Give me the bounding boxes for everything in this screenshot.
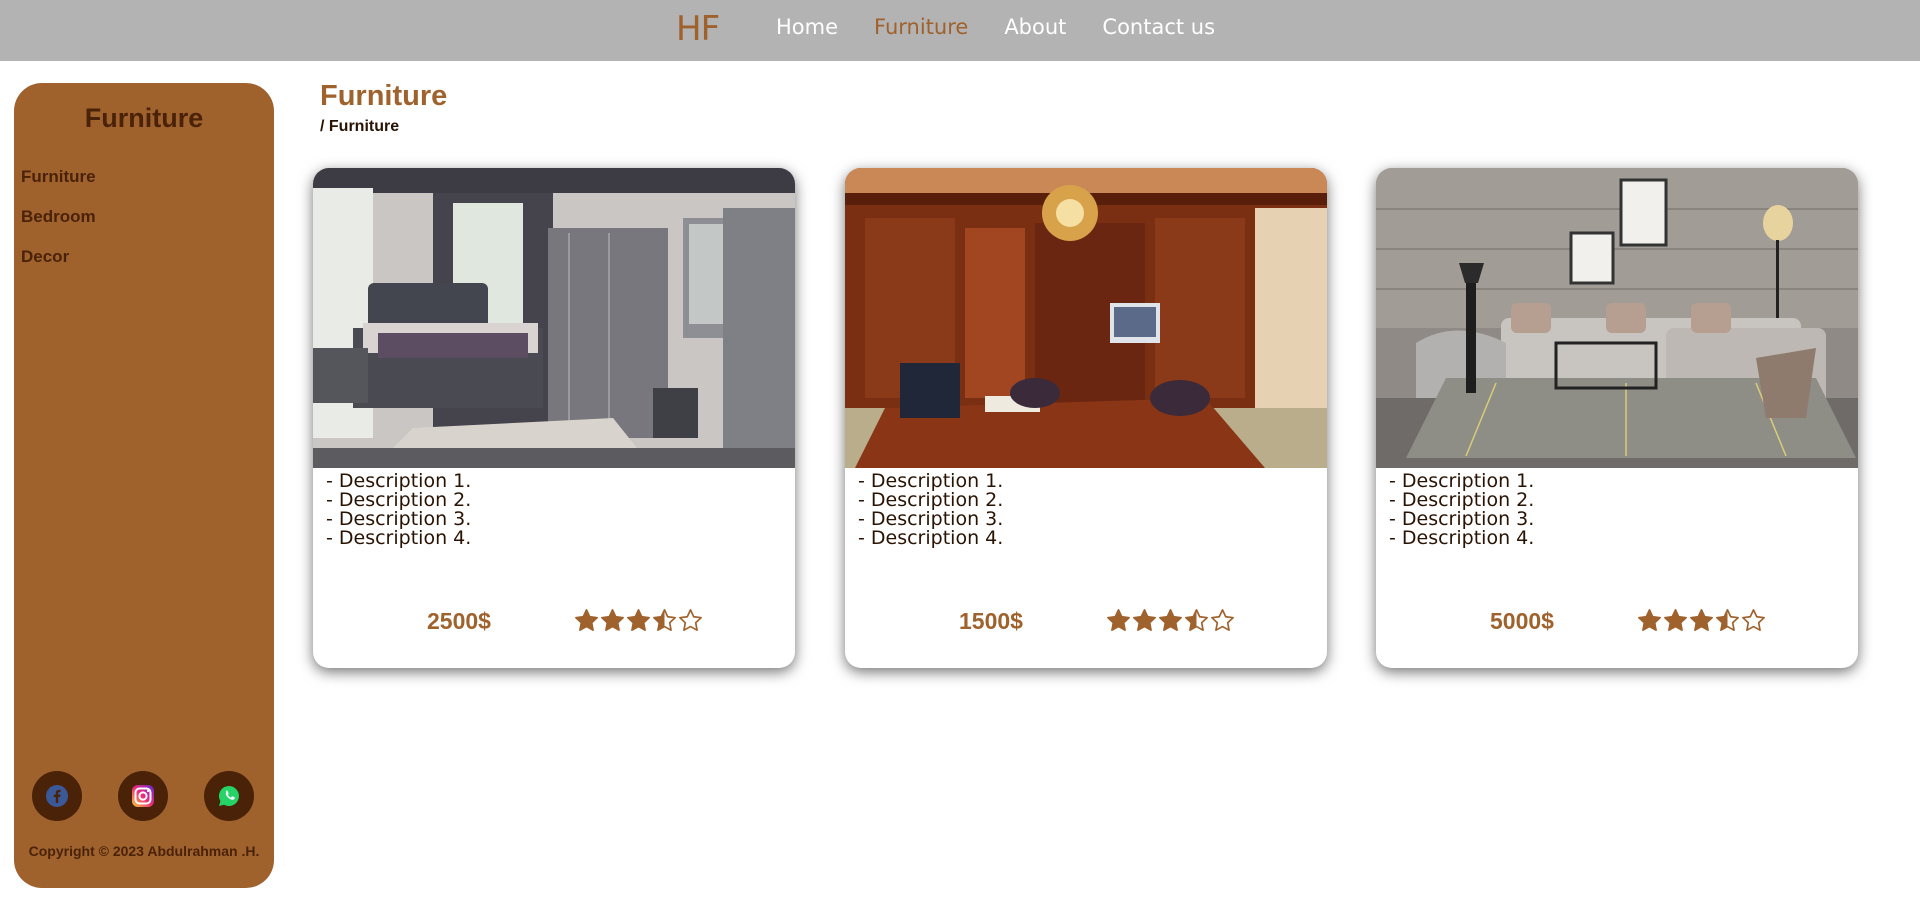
nav-contact[interactable]: Contact us [1102, 15, 1215, 39]
sidebar-item-furniture[interactable]: Furniture [21, 167, 96, 187]
instagram-button[interactable] [118, 771, 168, 821]
product-description: - Description 1. - Description 2. - Desc… [1389, 472, 1534, 548]
description-line: - Description 4. [1389, 527, 1535, 549]
social-links [32, 771, 254, 821]
star-half-icon [653, 609, 676, 632]
living-room-photo [1376, 168, 1858, 468]
product-card[interactable]: - Description 1. - Description 2. - Desc… [313, 168, 795, 668]
nav-furniture[interactable]: Furniture [874, 15, 968, 39]
whatsapp-button[interactable] [204, 771, 254, 821]
product-price: 1500$ [959, 608, 1023, 634]
instagram-icon [132, 785, 154, 807]
description-line: - Description 4. [326, 527, 472, 549]
rating-stars [1106, 608, 1235, 633]
star-half-icon [1716, 609, 1739, 632]
facebook-button[interactable] [32, 771, 82, 821]
description-line: - Description 4. [858, 527, 1004, 549]
brand-logo[interactable]: HF [676, 9, 720, 49]
sidebar-item-bedroom[interactable]: Bedroom [21, 207, 96, 227]
sidebar-links: Furniture Bedroom Decor [21, 167, 96, 287]
main-nav: Home Furniture About Contact us [776, 15, 1215, 39]
sidebar: Furniture Furniture Bedroom Decor Copyri… [14, 83, 274, 888]
star-full-icon [1638, 609, 1661, 632]
star-full-icon [627, 609, 650, 632]
whatsapp-icon [219, 786, 239, 806]
rating-stars [574, 608, 703, 633]
star-half-icon [1185, 609, 1208, 632]
star-empty-icon [1742, 609, 1765, 632]
product-card[interactable]: - Description 1. - Description 2. - Desc… [1376, 168, 1858, 668]
copyright-text: Copyright © 2023 Abdulrahman .H. [28, 843, 260, 859]
star-full-icon [1664, 609, 1687, 632]
product-description: - Description 1. - Description 2. - Desc… [326, 472, 471, 548]
star-full-icon [601, 609, 624, 632]
rating-stars [1637, 608, 1766, 633]
star-empty-icon [679, 609, 702, 632]
sidebar-title: Furniture [84, 103, 204, 133]
product-card[interactable]: - Description 1. - Description 2. - Desc… [845, 168, 1327, 668]
office-photo [845, 168, 1327, 468]
product-description: - Description 1. - Description 2. - Desc… [858, 472, 1003, 548]
star-full-icon [1133, 609, 1156, 632]
star-empty-icon [1211, 609, 1234, 632]
top-navbar: HF Home Furniture About Contact us [0, 0, 1920, 61]
star-full-icon [1107, 609, 1130, 632]
sidebar-item-decor[interactable]: Decor [21, 247, 96, 267]
star-full-icon [575, 609, 598, 632]
product-price: 2500$ [427, 608, 491, 634]
star-full-icon [1690, 609, 1713, 632]
breadcrumb[interactable]: / Furniture [320, 118, 399, 136]
bedroom-photo [313, 168, 795, 468]
product-price: 5000$ [1490, 608, 1554, 634]
page-title: Furniture [320, 80, 448, 112]
nav-about[interactable]: About [1004, 15, 1066, 39]
nav-home[interactable]: Home [776, 15, 838, 39]
star-full-icon [1159, 609, 1182, 632]
facebook-icon [46, 785, 68, 807]
